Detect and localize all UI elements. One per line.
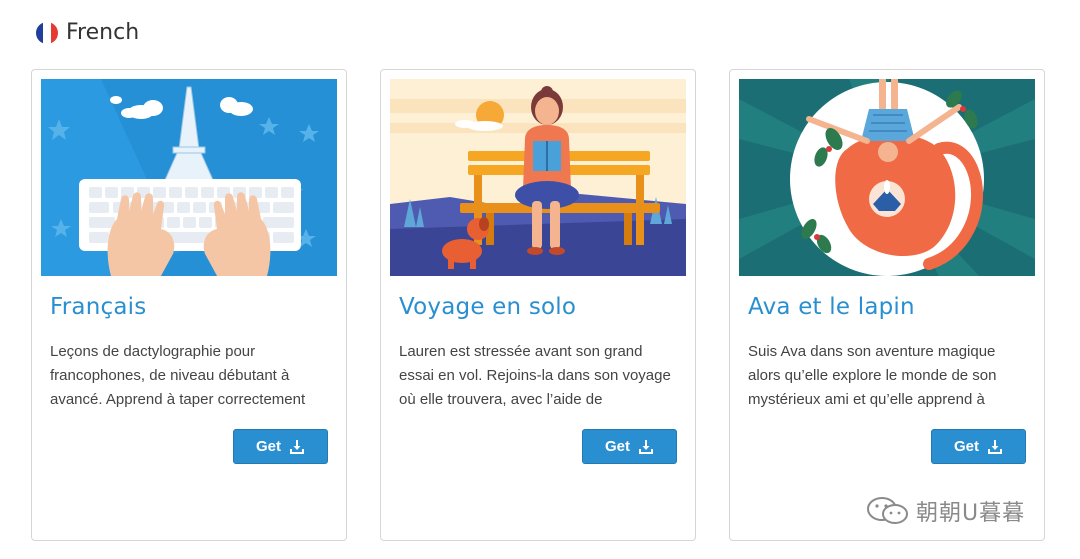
get-button-label: Get	[255, 438, 281, 455]
section-header: French	[36, 20, 139, 45]
course-card-ava-et-le-lapin: Ava et le lapin Suis Ava dans son aventu…	[729, 69, 1045, 541]
course-title[interactable]: Voyage en solo	[399, 294, 576, 320]
course-card-francais: Français Leçons de dactylographie pour f…	[31, 69, 347, 541]
wechat-icon	[867, 497, 908, 524]
get-button-label: Get	[953, 438, 979, 455]
france-flag-icon	[36, 21, 58, 44]
course-description: Lauren est stressée avant son grand essa…	[399, 343, 671, 408]
download-icon	[290, 439, 304, 454]
course-description: Leçons de dactylographie pour francophon…	[50, 343, 306, 408]
get-button-label: Get	[604, 438, 630, 455]
course-thumbnail-keyboard-image[interactable]	[41, 79, 337, 276]
get-button[interactable]: Get	[931, 429, 1026, 464]
course-description: Suis Ava dans son aventure magique alors…	[748, 343, 997, 408]
watermark-text: 朝朝U暮暮	[916, 501, 1026, 526]
download-icon	[988, 439, 1002, 454]
course-title[interactable]: Français	[50, 294, 146, 320]
section-title: French	[66, 20, 140, 45]
course-thumbnail-ava-image[interactable]	[739, 79, 1035, 276]
get-button[interactable]: Get	[233, 429, 328, 464]
get-button[interactable]: Get	[582, 429, 677, 464]
course-card-voyage-en-solo: Voyage en solo Lauren est stressée avant…	[380, 69, 696, 541]
download-icon	[639, 439, 653, 454]
course-title[interactable]: Ava et le lapin	[748, 294, 915, 320]
course-thumbnail-bench-image[interactable]	[390, 79, 686, 276]
watermark: 朝朝U暮暮	[866, 495, 1025, 527]
